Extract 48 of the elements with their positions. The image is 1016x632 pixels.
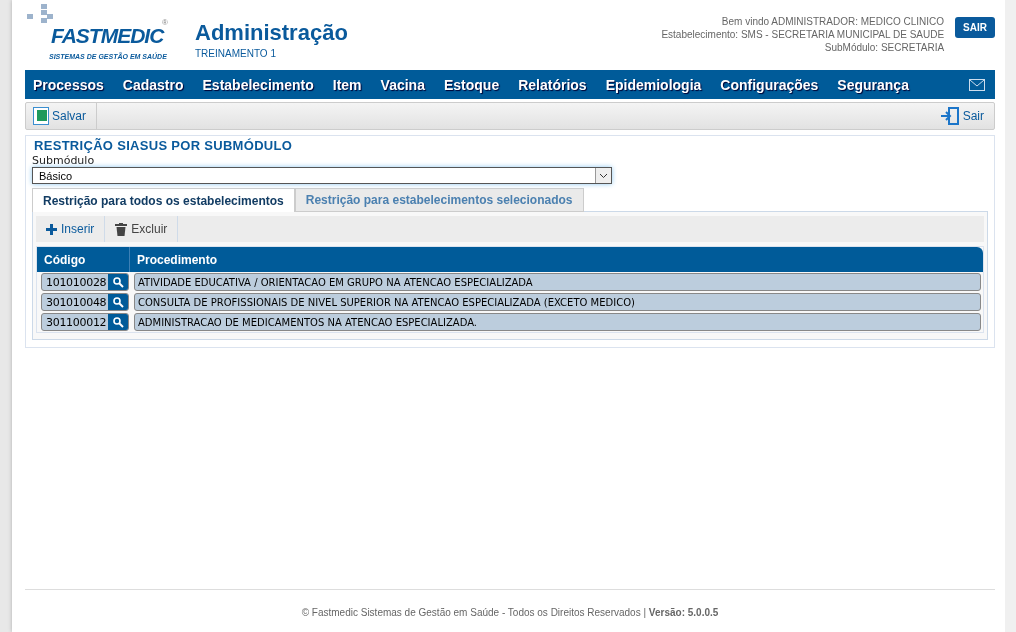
search-button[interactable] [108, 294, 128, 310]
menu-item[interactable]: Configurações [720, 76, 819, 93]
search-icon [112, 296, 124, 308]
menu-item[interactable]: Estabelecimento [202, 76, 314, 93]
code-field[interactable]: 301010048 [41, 293, 129, 311]
search-icon [112, 316, 124, 328]
menu-item[interactable]: Segurança [837, 76, 909, 93]
procedure-field: CONSULTA DE PROFISSIONAIS DE NIVEL SUPERIOR NA ATENCAO ESPECIALIZADA (EXCETO MEDICO) [134, 293, 981, 311]
tab[interactable]: Restrição para todos os estabelecimentos [32, 188, 295, 212]
save-icon [33, 107, 49, 125]
page-title: Administração [195, 20, 348, 46]
user-info: Estabelecimento: SMS - SECRETARIA MUNICIPAL DE SAUDE [661, 29, 945, 40]
dropdown-caret-icon[interactable] [595, 168, 611, 183]
search-icon [112, 276, 124, 288]
user-info: Bem vindo ADMINISTRADOR: MEDICO CLINICO [721, 16, 945, 27]
search-button[interactable] [108, 314, 128, 330]
menu-item[interactable]: Item [332, 76, 362, 93]
logo-wordmark: FASTMEDIC [51, 24, 164, 48]
page-subtitle: TREINAMENTO 1 [195, 48, 277, 59]
registered-mark: ® [162, 18, 168, 27]
field-label: Submódulo [32, 154, 96, 167]
logout-button[interactable]: SAIR [955, 17, 995, 38]
code-field[interactable]: 101010028 [41, 273, 129, 291]
menu-item[interactable]: Estoque [443, 76, 500, 93]
procedure-field: ATIVIDADE EDUCATIVA / ORIENTACAO EM GRUPO NA ATENCAO ESPECIALIZADA [134, 273, 981, 291]
mail-icon[interactable] [969, 78, 985, 91]
column-header: Código [43, 251, 87, 269]
exit-button[interactable]: Sair [932, 103, 994, 129]
menu-item[interactable]: Vacina [380, 76, 425, 93]
footer-text: © Fastmedic Sistemas de Gestão em Saúde - Todos os Direitos Reservados | Versão: 5.0.0.5 [301, 607, 719, 618]
menu-item[interactable]: Epidemiologia [605, 76, 702, 93]
search-button[interactable] [108, 274, 128, 290]
menu-item[interactable]: Cadastro [122, 76, 184, 93]
code-field[interactable]: 301100012 [41, 313, 129, 331]
column-header: Procedimento [129, 247, 983, 272]
insert-button[interactable]: Inserir [36, 216, 106, 242]
submodule-select[interactable]: Básico [32, 167, 612, 184]
trash-icon [115, 222, 128, 236]
procedure-field: ADMINISTRACAO DE MEDICAMENTOS NA ATENCAO ESPECIALIZADA. [134, 313, 981, 331]
menu-item[interactable]: Processos [33, 76, 104, 93]
user-info: SubMódulo: SECRETARIA [824, 42, 945, 53]
tab[interactable]: Restrição para estabelecimentos selecionados [294, 188, 584, 212]
delete-button[interactable]: Excluir [105, 216, 179, 242]
menu-item[interactable]: Relatórios [518, 76, 587, 93]
save-button[interactable]: Salvar [26, 103, 97, 129]
plus-icon [46, 223, 57, 235]
section-title: RESTRIÇÃO SIASUS POR SUBMÓDULO [32, 138, 295, 153]
exit-door-icon [939, 107, 960, 125]
